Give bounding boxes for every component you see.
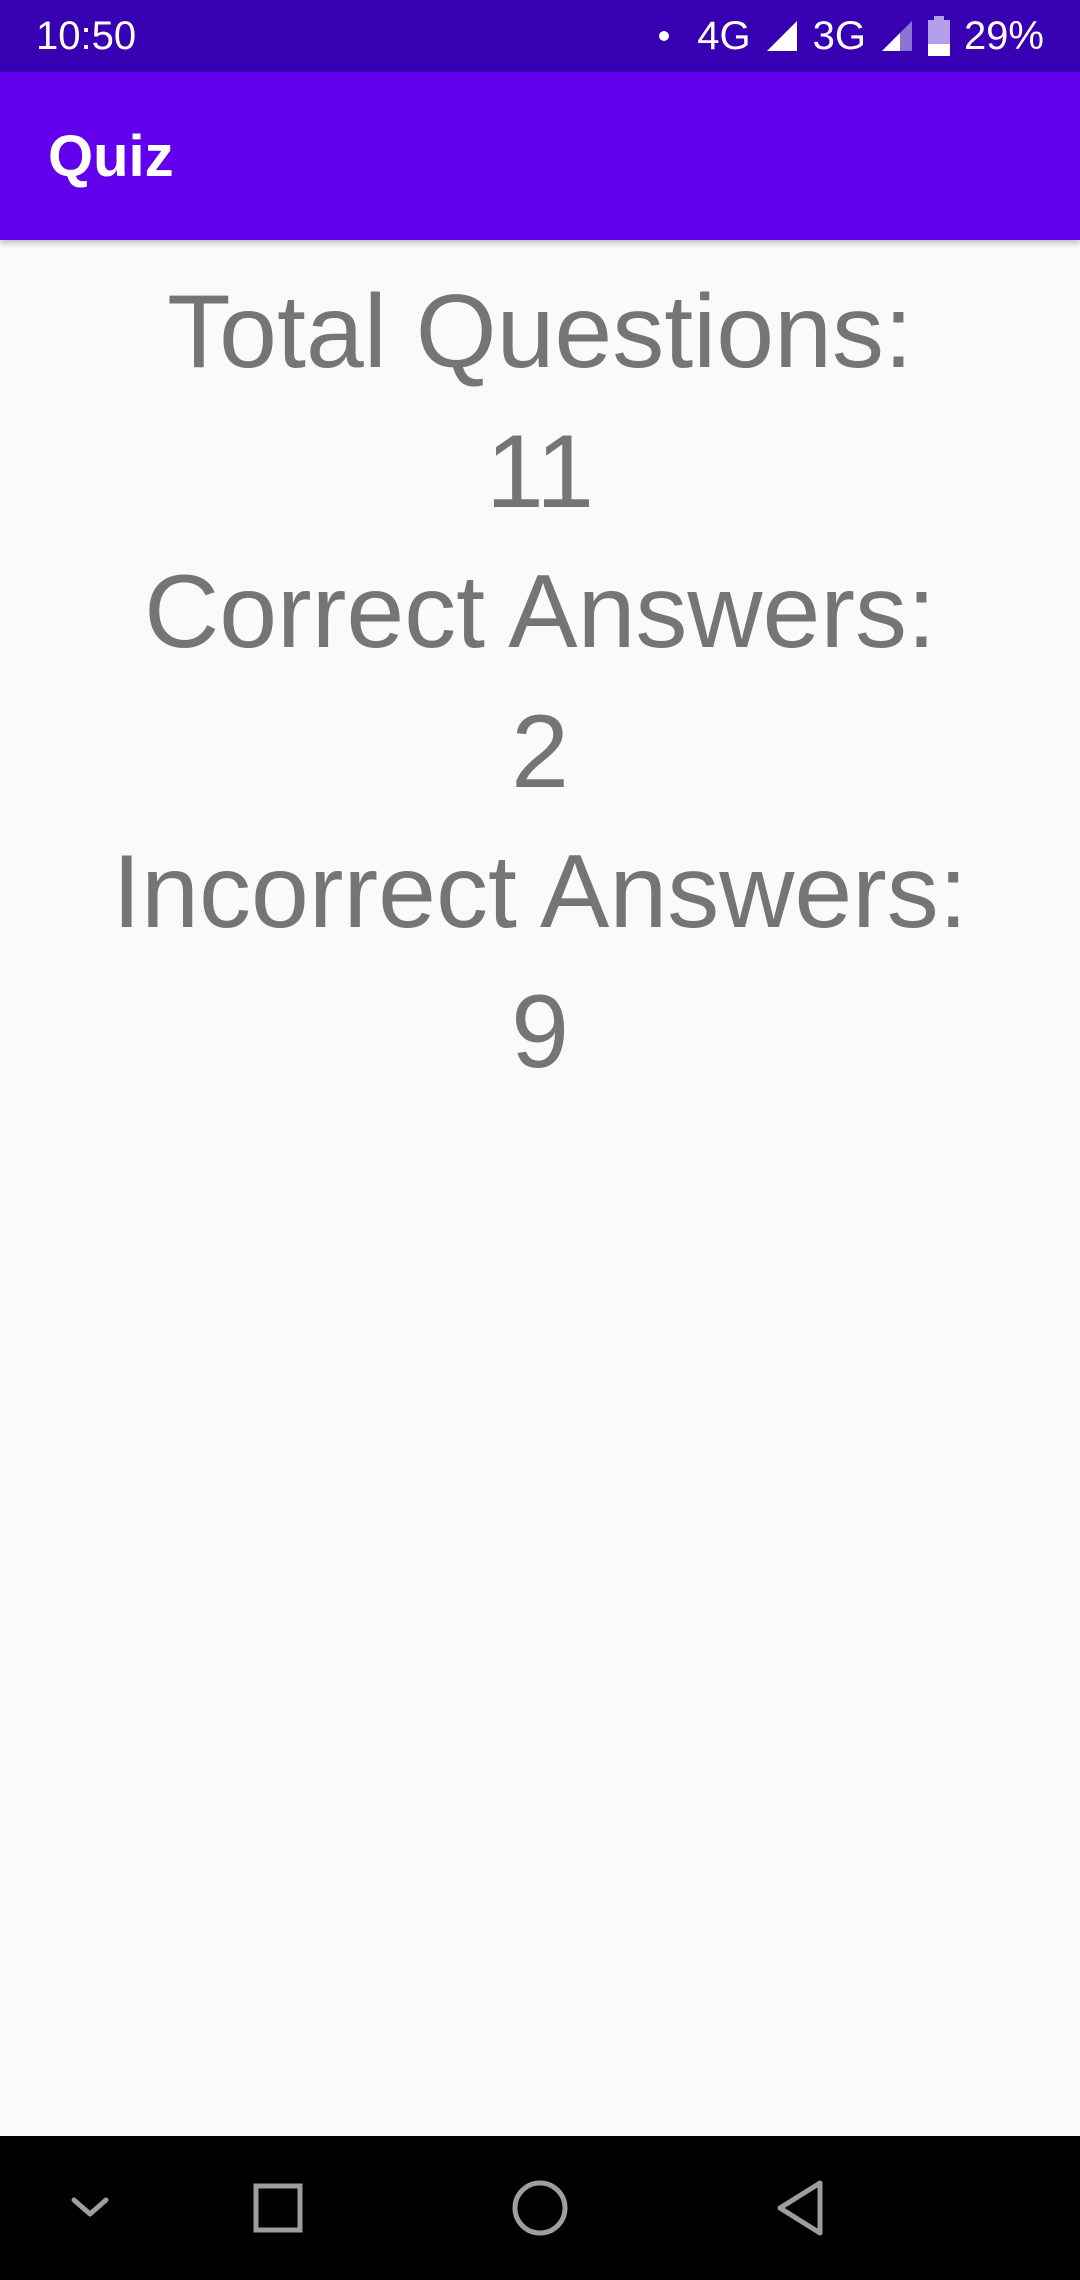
chevron-down-icon: [71, 2197, 109, 2217]
notification-dot-icon: [659, 31, 670, 41]
back-icon: [777, 2180, 823, 2236]
total-questions-label: Total Questions:: [167, 274, 913, 390]
total-questions-value: 11: [486, 414, 594, 530]
nav-back-button[interactable]: [760, 2136, 840, 2280]
recents-icon: [253, 2183, 303, 2233]
home-icon: [512, 2180, 568, 2236]
incorrect-answers-label: Incorrect Answers:: [112, 834, 968, 950]
nav-home-button[interactable]: [500, 2136, 580, 2280]
network-type-3g: 3G: [812, 13, 866, 58]
signal-weak-icon: [881, 21, 912, 51]
correct-answers-label: Correct Answers:: [144, 554, 936, 670]
clock: 10:50: [36, 13, 137, 58]
status-bar: 10:50 4G 3G 29%: [0, 0, 1080, 72]
nav-chevron-button[interactable]: [50, 2136, 130, 2280]
status-icons: 4G 3G 29%: [659, 14, 1044, 59]
nav-recents-button[interactable]: [238, 2136, 318, 2280]
incorrect-answers-value: 9: [511, 974, 569, 1090]
navigation-bar: [0, 2136, 1080, 2280]
app-bar: Quiz: [0, 72, 1080, 240]
signal-icon: [766, 21, 797, 51]
correct-answers-value: 2: [511, 694, 569, 810]
app-title: Quiz: [48, 123, 174, 189]
network-type-4g: 4G: [697, 13, 751, 58]
battery-percent: 29%: [963, 13, 1044, 58]
quiz-results: Total Questions: 11 Correct Answers: 2 I…: [0, 240, 1080, 1102]
battery-icon: [927, 16, 950, 56]
